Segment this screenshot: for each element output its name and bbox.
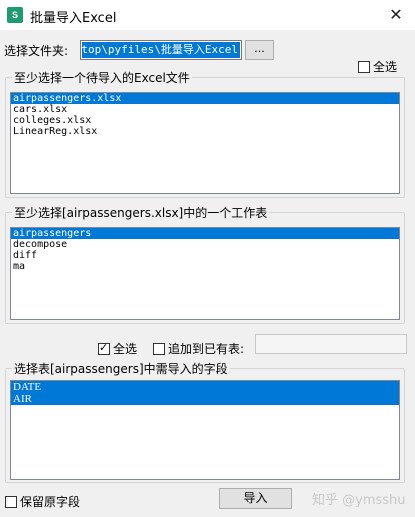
sheets-listbox[interactable]: airpassengers decompose diff ma — [10, 227, 400, 320]
browse-button[interactable]: ... — [245, 40, 274, 60]
title-bar: S 批量导入Excel ✕ — [0, 0, 415, 30]
list-item[interactable]: AIR — [11, 393, 399, 405]
list-item[interactable]: airpassengers — [11, 228, 399, 239]
files-group: 至少选择一个待导入的Excel文件 airpassengers.xlsx car… — [5, 69, 405, 198]
fields-listbox[interactable]: DATE AIR — [10, 380, 400, 480]
folder-path-input[interactable]: sktop\pyfiles\批量导入Excel — [80, 40, 242, 60]
checkbox-icon[interactable] — [153, 342, 165, 355]
folder-label: 选择文件夹: — [4, 44, 69, 58]
select-all-files-label: 全选 — [373, 60, 398, 74]
checkbox-icon[interactable] — [98, 341, 110, 355]
sheets-group: 至少选择[airpassengers.xlsx]中的一个工作表 airpasse… — [5, 204, 405, 324]
select-all-sheets-label: 全选 — [113, 342, 138, 356]
append-existing-label: 追加到已有表: — [168, 342, 245, 356]
files-listbox[interactable]: airpassengers.xlsx cars.xlsx colleges.xl… — [10, 92, 400, 194]
files-group-title: 至少选择一个待导入的Excel文件 — [12, 69, 192, 86]
append-existing-checkbox[interactable]: 追加到已有表: — [153, 340, 244, 357]
folder-path-value: sktop\pyfiles\批量导入Excel — [82, 42, 240, 58]
list-item[interactable]: ma — [11, 261, 399, 272]
checkbox-icon[interactable] — [358, 60, 370, 73]
select-all-files-checkbox[interactable]: 全选 — [358, 58, 397, 75]
fields-group: 选择表[airpassengers]中需导入的字段 DATE AIR — [5, 360, 405, 483]
app-icon: S — [7, 7, 23, 23]
list-item[interactable]: colleges.xlsx — [11, 115, 399, 126]
select-all-sheets-checkbox[interactable]: 全选 — [98, 340, 137, 357]
import-button[interactable]: 导入 — [219, 488, 292, 509]
window-title: 批量导入Excel — [30, 11, 117, 26]
fields-group-title: 选择表[airpassengers]中需导入的字段 — [12, 360, 230, 377]
list-item[interactable]: LinearReg.xlsx — [11, 126, 399, 137]
keep-original-fields-label: 保留原字段 — [20, 495, 81, 509]
list-item[interactable]: DATE — [11, 381, 399, 393]
watermark: 知乎 @ymsshu — [312, 493, 406, 508]
list-item[interactable]: airpassengers.xlsx — [11, 93, 399, 104]
list-item[interactable]: cars.xlsx — [11, 104, 399, 115]
append-table-input[interactable] — [255, 334, 407, 354]
close-icon[interactable]: ✕ — [383, 4, 409, 26]
list-item[interactable]: diff — [11, 250, 399, 261]
keep-original-fields-checkbox[interactable]: 保留原字段 — [5, 493, 80, 510]
sheets-group-title: 至少选择[airpassengers.xlsx]中的一个工作表 — [12, 204, 270, 221]
checkbox-icon[interactable] — [5, 495, 17, 508]
list-item[interactable]: decompose — [11, 239, 399, 250]
